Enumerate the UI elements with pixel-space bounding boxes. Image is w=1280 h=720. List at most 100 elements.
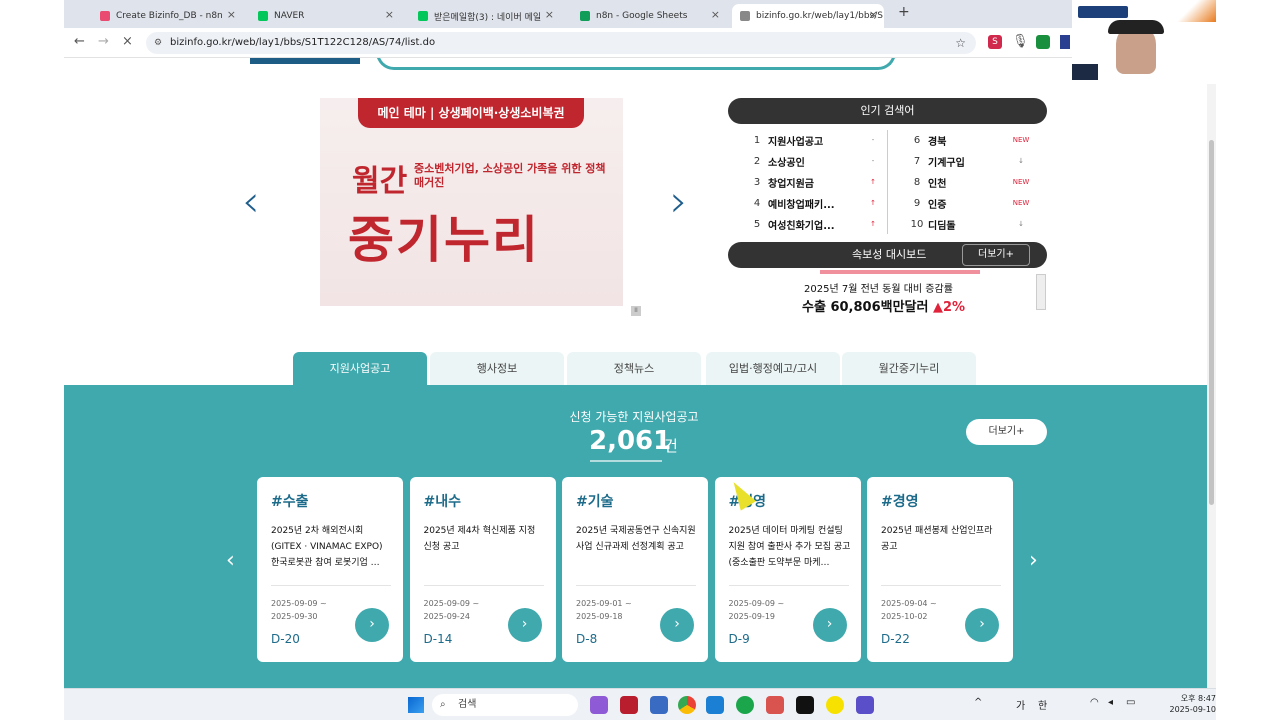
browser-tab-bizinfo[interactable]: bizinfo.go.kr/web/lay1/bbs/S1 ×	[732, 4, 884, 28]
dashboard-more-button[interactable]: 더보기+	[962, 244, 1030, 266]
close-icon[interactable]: ×	[711, 8, 720, 21]
vscode-icon[interactable]	[706, 696, 724, 714]
banner-next-icon[interactable]: ›	[670, 176, 688, 227]
address-bar[interactable]: ⚙ bizinfo.go.kr/web/lay1/bbs/S1T122C128/…	[146, 32, 976, 54]
close-icon[interactable]: ×	[227, 8, 236, 21]
browser-tab-n8n[interactable]: Create Bizinfo_DB - n8n ×	[92, 4, 242, 28]
card-dday: D-14	[423, 632, 453, 646]
tab-policy-news[interactable]: 정책뉴스	[567, 352, 701, 385]
forward-icon[interactable]: →	[98, 34, 109, 49]
notice-card[interactable]: #수출 2025년 2차 해외전시회(GITEX · VINAMAC EXPO) …	[257, 477, 403, 662]
close-icon[interactable]: ×	[869, 8, 878, 21]
banner-prev-icon[interactable]: ‹	[242, 176, 260, 227]
app-icon-2[interactable]	[620, 696, 638, 714]
kakaotalk-icon[interactable]	[826, 696, 844, 714]
card-go-icon[interactable]: ›	[660, 608, 694, 642]
new-tab-button[interactable]: +	[898, 4, 910, 20]
card-end-date: 2025-09-18	[576, 612, 623, 621]
right-margin	[1216, 0, 1280, 720]
cards-prev-icon[interactable]: ‹	[226, 548, 235, 573]
banner-theme-label: 메인 테마 | 상생페이백·상생소비복권	[358, 98, 584, 128]
stop-icon[interactable]: ×	[122, 34, 133, 49]
card-dday: D-22	[881, 632, 910, 646]
card-go-icon[interactable]: ›	[507, 608, 542, 642]
popular-keyword[interactable]: 1 지원사업공고 -	[746, 131, 882, 149]
card-go-icon[interactable]: ›	[355, 608, 389, 642]
banner-pause-icon[interactable]: II	[631, 306, 641, 316]
keyword-text: 기계구입	[928, 157, 965, 169]
popular-keyword[interactable]: 2 소상공인 -	[746, 152, 882, 170]
microphone-icon[interactable]: 🎙	[1012, 34, 1029, 49]
popular-keyword[interactable]: 3 창업지원금 ↑	[746, 173, 882, 191]
notice-card[interactable]: #경영 2025년 패션봉제 산업인프라 공고 2025-09-04 ~ 2025-1…	[867, 477, 1013, 662]
magazine-banner[interactable]: 메인 테마 | 상생페이백·상생소비복권 월간 중소벤처기업, 소상공인 가족을…	[320, 98, 623, 306]
left-margin	[0, 0, 64, 720]
app-icon-snip[interactable]	[766, 696, 784, 714]
extension-blue-icon[interactable]	[1060, 35, 1070, 49]
card-dday: D-9	[728, 632, 750, 646]
logo-fragment	[250, 58, 360, 64]
browser-tab-naver[interactable]: NAVER ×	[250, 4, 400, 28]
corner-accent	[1172, 0, 1216, 22]
card-start-date: 2025-09-01 ~	[576, 599, 632, 608]
card-title[interactable]: 2025년 패션봉제 산업인프라 공고	[881, 523, 1003, 571]
keyword-rank: 5	[753, 218, 761, 230]
popular-keyword[interactable]: 4 예비창업패키... ↑	[746, 194, 882, 212]
close-icon[interactable]: ×	[545, 8, 554, 21]
tab-monthly-magazine[interactable]: 월간중기누리	[842, 352, 976, 385]
dashboard-scroll-control[interactable]	[1036, 274, 1046, 310]
app-icon-black[interactable]	[796, 696, 814, 714]
extension-s-icon[interactable]: S	[988, 35, 1002, 49]
app-icon-1[interactable]	[590, 696, 608, 714]
notice-card[interactable]: #기술 2025년 국제공동연구 신속지원사업 신규과제 선정계획 공고 2025-…	[562, 477, 708, 662]
clock-time[interactable]: 오후 8:47	[1160, 693, 1216, 704]
clock-date[interactable]: 2025-09-10	[1160, 705, 1217, 714]
ime-indicator[interactable]: 가	[1016, 697, 1025, 712]
export-label: 수출 60,806백만달러	[802, 300, 929, 315]
section-more-button[interactable]: 더보기+	[966, 419, 1047, 445]
app-icon-purple[interactable]	[856, 696, 874, 714]
card-title[interactable]: 2025년 데이터 마케팅 컨설팅 지원 참여 출판사 추가 모집 공고(중소출…	[729, 523, 851, 571]
cards-next-icon[interactable]: ›	[1029, 548, 1038, 573]
card-title[interactable]: 2025년 2차 해외전시회(GITEX · VINAMAC EXPO) 한국로…	[271, 523, 393, 571]
popular-keyword[interactable]: 6 경북 NEW	[906, 131, 1030, 149]
keyword-rank: 3	[753, 176, 761, 188]
presenter-logo	[1078, 6, 1128, 18]
site-settings-icon[interactable]: ⚙	[154, 32, 162, 54]
card-start-date: 2025-09-04 ~	[881, 599, 937, 608]
tray-chevron-icon[interactable]: ^	[974, 697, 982, 708]
popular-keyword[interactable]: 7 기계구입 ↓	[906, 152, 1030, 170]
keyword-text: 경북	[928, 136, 947, 148]
app-icon-3[interactable]	[650, 696, 668, 714]
popular-keyword[interactable]: 5 여성친화기업... ↑	[746, 215, 882, 233]
card-title[interactable]: 2025년 제4차 혁신제품 지정 신청 공고	[424, 523, 546, 571]
popular-keyword[interactable]: 9 인증 NEW	[906, 194, 1030, 212]
battery-icon[interactable]: ▭	[1126, 697, 1135, 708]
browser-tab-mail[interactable]: 받은메일함(3) : 네이버 메일 ×	[410, 4, 560, 28]
search-box-edge[interactable]	[376, 58, 896, 70]
windows-taskbar: ⌕ 검색 ^ 가 한 ◠ ◂ ▭ 오후 8:47 2025-09-10	[64, 688, 1216, 720]
scroll-thumb[interactable]	[1209, 140, 1214, 505]
tab-support-notice[interactable]: 지원사업공고	[293, 352, 427, 385]
start-icon[interactable]	[408, 697, 424, 713]
chrome-icon[interactable]	[678, 696, 696, 714]
app-icon-green[interactable]	[736, 696, 754, 714]
tab-events[interactable]: 행사정보	[430, 352, 564, 385]
volume-icon[interactable]: ◂	[1108, 697, 1113, 708]
popular-keyword[interactable]: 8 인천 NEW	[906, 173, 1030, 191]
ime-mode[interactable]: 한	[1038, 697, 1047, 712]
browser-tab-sheets[interactable]: n8n - Google Sheets ×	[572, 4, 726, 28]
tab-legislation[interactable]: 입법·행정예고/고시	[706, 352, 840, 385]
back-icon[interactable]: ←	[74, 34, 85, 49]
wifi-icon[interactable]: ◠	[1090, 697, 1099, 708]
card-go-icon[interactable]: ›	[812, 608, 847, 642]
extension-green-icon[interactable]	[1036, 35, 1050, 49]
bookmark-star-icon[interactable]: ☆	[955, 32, 966, 54]
close-icon[interactable]: ×	[385, 8, 394, 21]
notice-card[interactable]: #내수 2025년 제4차 혁신제품 지정 신청 공고 2025-09-09 ~ 20…	[409, 477, 556, 662]
taskbar-search[interactable]: ⌕ 검색	[432, 694, 578, 716]
keyword-rank: 6	[913, 134, 921, 146]
popular-keyword[interactable]: 10 디딤돌 ↓	[906, 215, 1030, 233]
card-title[interactable]: 2025년 국제공동연구 신속지원사업 신규과제 선정계획 공고	[576, 523, 698, 571]
card-go-icon[interactable]: ›	[965, 608, 999, 642]
